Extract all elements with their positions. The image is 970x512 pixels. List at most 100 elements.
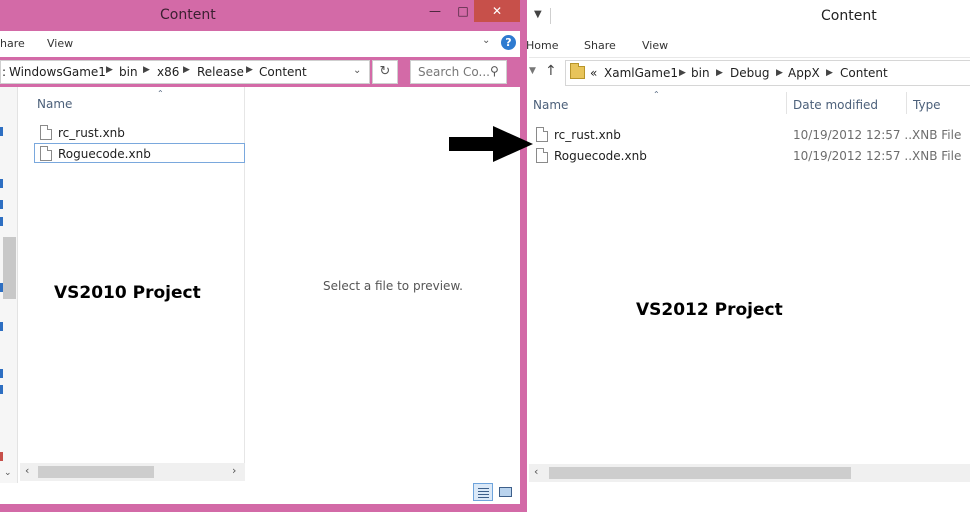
file-name: rc_rust.xnb — [58, 126, 125, 140]
breadcrumb-chevron-icon[interactable]: ▶ — [106, 65, 113, 75]
right-explorer-window: ▼ Content Home Share View ▼ ↑ « XamlGame… — [526, 0, 970, 512]
right-content-area: Name ⌃ Date modified Type rc_rust.xnb 10… — [529, 90, 970, 490]
scroll-left-icon[interactable]: ‹ — [534, 465, 538, 478]
file-icon — [40, 125, 52, 140]
breadcrumb-chevron-icon[interactable]: ▶ — [826, 68, 833, 78]
scrollbar-thumb[interactable] — [549, 467, 851, 479]
breadcrumb-chevron-icon[interactable]: ▶ — [679, 68, 686, 78]
nav-item-marker — [0, 217, 3, 226]
breadcrumb-item[interactable]: Debug — [730, 66, 769, 80]
close-icon: ✕ — [491, 4, 503, 18]
scroll-right-icon[interactable]: › — [232, 464, 236, 477]
arrow-shape — [449, 126, 533, 162]
ribbon-expand-icon[interactable]: ⌄ — [482, 35, 490, 46]
breadcrumb-item[interactable]: XamlGame1 — [604, 66, 678, 80]
breadcrumb-item[interactable]: WindowsGame1 — [9, 65, 106, 79]
breadcrumb-item[interactable]: Release — [197, 65, 244, 79]
nav-item-marker — [0, 369, 3, 378]
minimize-icon: — — [429, 4, 441, 18]
breadcrumb-chevron-icon[interactable]: ▶ — [716, 68, 723, 78]
sort-ascending-icon: ⌃ — [157, 89, 164, 98]
tab-home[interactable]: Home — [526, 39, 558, 52]
details-view-button[interactable] — [473, 483, 493, 501]
preview-message: Select a file to preview. — [323, 279, 463, 293]
refresh-button[interactable]: ↻ — [372, 60, 398, 84]
left-window-title: Content — [160, 7, 216, 23]
column-header-date[interactable]: Date modified — [793, 98, 878, 112]
file-date: 10/19/2012 12:57 ... — [793, 128, 916, 142]
search-input[interactable]: Search Co... ⚲ — [410, 60, 507, 84]
up-arrow-icon[interactable]: ↑ — [545, 63, 557, 79]
large-icons-view-button[interactable] — [496, 483, 516, 501]
toolbar-separator — [550, 8, 551, 24]
maximize-button[interactable]: □ — [452, 0, 474, 22]
breadcrumb-item[interactable]: Content — [259, 65, 307, 79]
details-view-line — [478, 497, 489, 498]
horizontal-scrollbar[interactable]: ‹ — [529, 464, 970, 482]
table-row[interactable]: Roguecode.xnb — [34, 143, 245, 163]
nav-item-marker — [0, 385, 3, 394]
tab-share[interactable]: Share — [584, 39, 616, 52]
file-type: XNB File — [912, 128, 962, 142]
breadcrumb-item[interactable]: bin — [119, 65, 138, 79]
table-row[interactable]: Roguecode.xnb 10/19/2012 12:57 ... XNB F… — [533, 146, 970, 166]
close-button[interactable]: ✕ — [474, 0, 520, 22]
vs2010-label: VS2010 Project — [54, 283, 201, 303]
right-ribbon: Home Share View — [526, 32, 970, 58]
table-row[interactable]: rc_rust.xnb 10/19/2012 12:57 ... XNB Fil… — [533, 125, 970, 145]
tab-share[interactable]: hare — [0, 37, 25, 50]
search-icon[interactable]: ⚲ — [490, 64, 499, 78]
nav-item-marker — [0, 452, 3, 461]
breadcrumb-chevron-icon[interactable]: ▶ — [246, 65, 253, 75]
file-icon — [40, 146, 52, 161]
column-header-type[interactable]: Type — [913, 98, 941, 112]
left-title-bar[interactable]: Content — □ ✕ — [0, 0, 527, 31]
breadcrumb-item[interactable]: AppX — [788, 66, 820, 80]
tab-view[interactable]: View — [642, 39, 668, 52]
breadcrumb-chevron-icon[interactable]: ▶ — [183, 65, 190, 75]
nav-item-marker — [0, 322, 3, 331]
horizontal-scrollbar[interactable]: ‹ › — [20, 463, 245, 481]
nav-scrollbar-thumb[interactable] — [3, 237, 16, 299]
breadcrumb-item[interactable]: bin — [691, 66, 710, 80]
scroll-left-icon[interactable]: ‹ — [25, 464, 29, 477]
right-navigation-bar: ▼ ↑ « XamlGame1 ▶ bin ▶ Debug ▶ AppX ▶ C… — [529, 60, 970, 86]
file-type: XNB File — [912, 149, 962, 163]
column-header-name[interactable]: Name — [533, 98, 568, 112]
scroll-down-icon[interactable]: ⌄ — [4, 468, 12, 478]
navigation-pane[interactable]: ⌄ — [0, 87, 18, 487]
nav-item-marker — [0, 127, 3, 136]
help-icon[interactable]: ? — [501, 35, 516, 50]
left-ribbon: hare View ⌄ ? — [0, 31, 520, 57]
details-view-line — [478, 494, 489, 495]
left-address-bar[interactable]: : WindowsGame1 ▶ bin ▶ x86 ▶ Release ▶ C… — [0, 60, 370, 84]
right-address-bar[interactable]: « XamlGame1 ▶ bin ▶ Debug ▶ AppX ▶ Conte… — [565, 60, 970, 86]
maximize-icon: □ — [457, 4, 469, 18]
status-bar — [0, 483, 520, 504]
column-divider[interactable] — [906, 92, 907, 114]
file-date: 10/19/2012 12:57 ... — [793, 149, 916, 163]
breadcrumb-chevron-icon[interactable]: ▶ — [143, 65, 150, 75]
column-header-name[interactable]: Name — [37, 97, 72, 111]
scrollbar-thumb[interactable] — [38, 466, 154, 478]
vs2012-label: VS2012 Project — [636, 300, 783, 320]
large-icons-view-icon — [499, 487, 512, 497]
file-name: rc_rust.xnb — [554, 128, 621, 142]
details-view-icon — [478, 488, 489, 489]
table-row[interactable]: rc_rust.xnb — [36, 123, 244, 143]
breadcrumb-overflow[interactable]: « — [590, 66, 597, 80]
refresh-icon: ↻ — [379, 64, 391, 79]
breadcrumb-chevron-icon[interactable]: ▶ — [776, 68, 783, 78]
minimize-button[interactable]: — — [424, 0, 446, 22]
breadcrumb-item[interactable]: x86 — [157, 65, 179, 79]
breadcrumb-overflow[interactable]: : — [2, 65, 6, 79]
tab-view[interactable]: View — [47, 37, 73, 50]
recent-locations-icon[interactable]: ▼ — [529, 66, 536, 76]
address-dropdown-icon[interactable]: ⌄ — [353, 65, 361, 76]
right-title-bar[interactable]: ▼ Content — [529, 0, 970, 32]
column-divider[interactable] — [786, 92, 787, 114]
file-icon — [536, 127, 548, 142]
quick-access-dropdown-icon[interactable]: ▼ — [534, 9, 542, 20]
breadcrumb-item[interactable]: Content — [840, 66, 888, 80]
search-placeholder: Search Co... — [418, 65, 490, 79]
